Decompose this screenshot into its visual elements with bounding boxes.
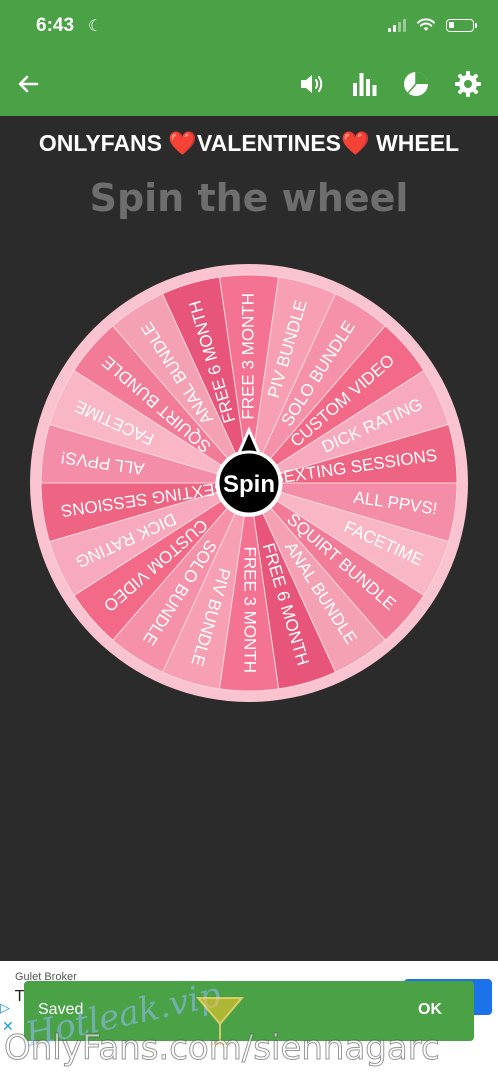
gear-icon[interactable] xyxy=(454,70,482,98)
ad-info-icon[interactable]: ▷ xyxy=(0,1001,10,1016)
back-arrow-icon[interactable] xyxy=(14,70,42,98)
onlyfans-watermark: OnlyFans.com/siennagarc xyxy=(4,1028,441,1069)
wifi-icon xyxy=(417,18,435,31)
status-icons xyxy=(388,17,477,33)
spin-wheel[interactable]: FREE 3 MONTH PIV BUNDLESOLO BUNDLECUSTOM … xyxy=(29,263,469,703)
ad-title: T xyxy=(15,987,25,1005)
pie-chart-icon[interactable] xyxy=(402,70,430,98)
battery-icon xyxy=(446,18,477,32)
spin-label: Spin xyxy=(223,471,275,498)
wheel-segment-label: FREE 3 MONTH xyxy=(238,293,257,420)
signal-icon xyxy=(388,18,406,32)
moon-icon: ☾ xyxy=(88,16,103,35)
stats-icon[interactable] xyxy=(350,70,378,98)
wheel-title: ONLYFANS ❤️VALENTINES❤️ WHEEL xyxy=(38,130,460,156)
toast-ok-button[interactable]: OK xyxy=(418,1001,442,1019)
spin-heading: Spin the wheel xyxy=(89,176,409,220)
sound-icon[interactable] xyxy=(298,70,326,98)
status-time: 6:43 xyxy=(36,15,75,36)
wheel-segment-label: FREE 3 MONTH xyxy=(241,546,260,673)
app-header: 6:43 ☾ xyxy=(0,0,498,116)
